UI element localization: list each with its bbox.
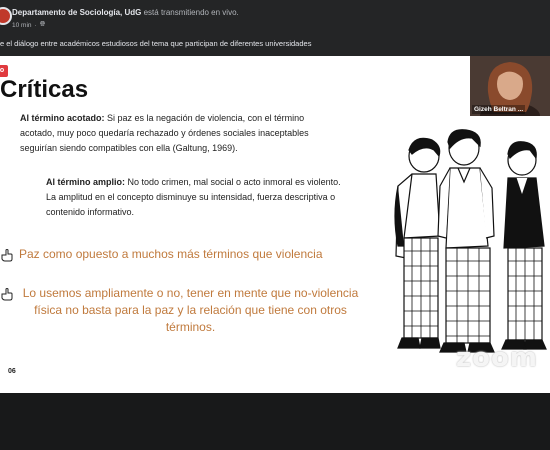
bullet-1: Paz como opuesto a muchos más términos q… <box>19 247 323 261</box>
bullet-2: Lo usemos ampliamente o no, tener en men… <box>22 286 359 334</box>
paragraph-acotado-label: Al término acotado: <box>20 113 105 123</box>
page-name-link[interactable]: Departamento de Sociología, UdG <box>12 8 141 17</box>
paragraph-amplio: Al término amplio: No todo crimen, mal s… <box>46 175 346 220</box>
shared-slide: o Críticas Al término acotado: Si paz es… <box>0 56 550 393</box>
post-description: e el diálogo entre académicos estudiosos… <box>0 39 312 48</box>
live-status-text: está transmitiendo en vivo. <box>143 8 239 17</box>
slide-number: 06 <box>8 368 16 375</box>
zoom-watermark: zoom <box>456 343 538 373</box>
hand-point-icon <box>1 288 13 301</box>
post-author-line: Departamento de Sociología, UdG está tra… <box>12 8 239 17</box>
paragraph-amplio-label: Al término amplio: <box>46 177 126 187</box>
participant-video[interactable]: Gizeh Beltran ... <box>470 56 550 116</box>
participant-name: Gizeh Beltran ... <box>472 105 526 114</box>
post-time[interactable]: 10 min <box>12 22 32 29</box>
slide-title: Críticas <box>0 76 89 103</box>
hand-point-icon <box>1 249 13 262</box>
post-meta: 10 min · 🌐︎ <box>12 21 45 29</box>
globe-icon: 🌐︎ <box>39 21 46 28</box>
paragraph-acotado: Al término acotado: Si paz es la negació… <box>20 111 310 156</box>
bottom-bar <box>0 393 550 450</box>
dot-separator: · <box>34 21 37 29</box>
people-illustration <box>394 129 547 353</box>
post-header: Departamento de Sociología, UdG está tra… <box>0 0 550 56</box>
page-avatar[interactable] <box>0 7 12 25</box>
